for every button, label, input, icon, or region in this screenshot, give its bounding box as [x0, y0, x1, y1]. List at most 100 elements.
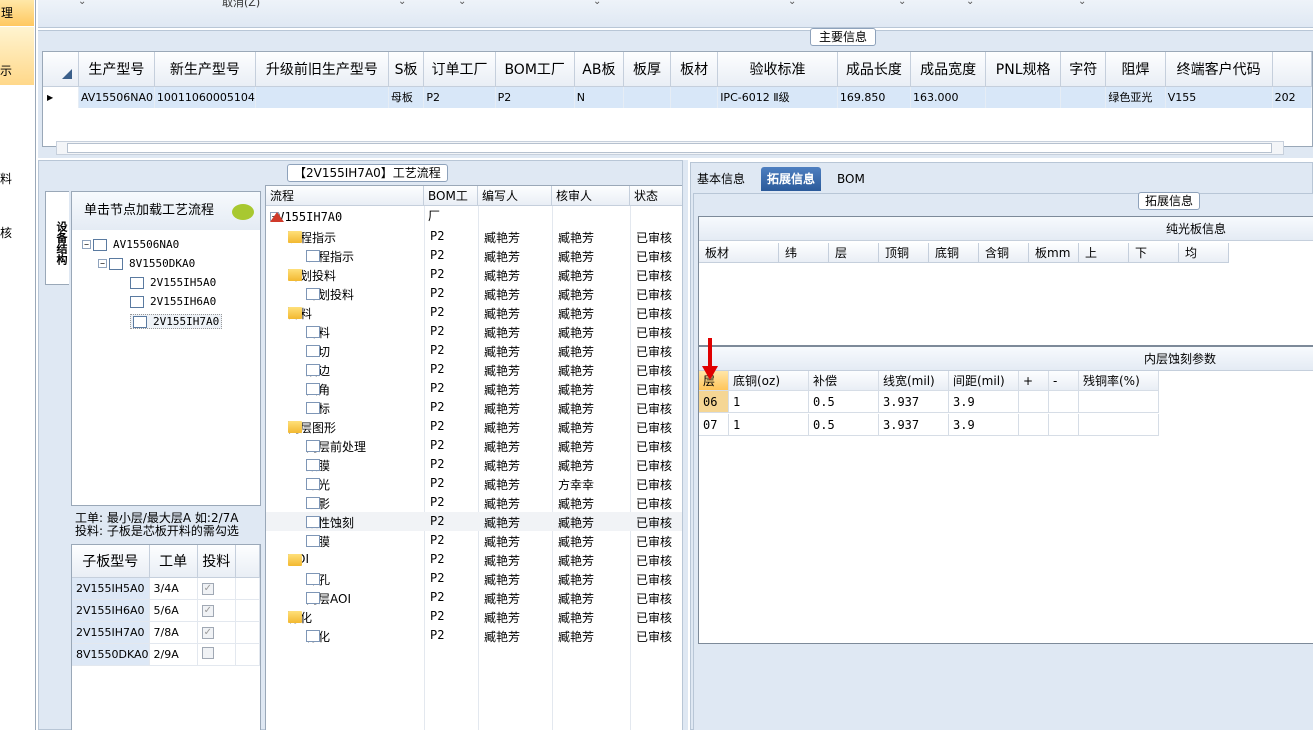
- tree-node[interactable]: − 8V1550DKA0: [98, 257, 195, 270]
- dropdown-arrow-icon[interactable]: ⌄: [398, 0, 406, 7]
- pure-board-column-header[interactable]: 板mm: [1029, 243, 1079, 263]
- flow-row[interactable]: 棕化 P2 臧艳芳 臧艳芳 已审核: [266, 626, 682, 645]
- dropdown-arrow-icon[interactable]: ⌄: [966, 0, 974, 7]
- main-grid-row[interactable]: ▶ AV15506NA0 10011060005104 母板 P2 P2 N IPC-601…: [43, 86, 1312, 108]
- main-grid-cell[interactable]: P2: [423, 86, 496, 108]
- main-grid-cell[interactable]: 163.000: [910, 86, 987, 108]
- sub-grid-column-header[interactable]: 工单: [149, 545, 198, 578]
- left-menu-item[interactable]: 料: [0, 170, 12, 187]
- flow-step[interactable]: 裁切: [306, 343, 330, 360]
- main-grid-cell[interactable]: [1060, 86, 1107, 108]
- inner-etch-cell[interactable]: 1: [729, 414, 809, 436]
- scrollbar-thumb[interactable]: [67, 143, 1272, 153]
- flow-step[interactable]: 冲孔: [306, 571, 330, 588]
- sub-grid-column-header[interactable]: 子板型号: [72, 545, 150, 578]
- main-grid-column-header[interactable]: S板: [388, 52, 425, 87]
- left-menu-item[interactable]: 核: [0, 224, 12, 241]
- main-grid-cell[interactable]: N: [574, 86, 625, 108]
- inner-etch-column-header[interactable]: 间距(mil): [949, 371, 1019, 391]
- dropdown-arrow-icon[interactable]: ⌄: [788, 0, 796, 7]
- inner-etch-column-header[interactable]: 残铜率(%): [1079, 371, 1159, 391]
- sub-board-order[interactable]: 7/8A: [149, 621, 198, 644]
- flow-row[interactable]: −开料 P2 臧艳芳 臧艳芳 已审核: [266, 303, 682, 322]
- pure-board-column-header[interactable]: 下: [1129, 243, 1179, 263]
- flow-step[interactable]: −AOI: [288, 552, 309, 566]
- tab-extended-info[interactable]: 拓展信息: [761, 167, 822, 191]
- flow-row[interactable]: 退膜 P2 臧艳芳 臧艳芳 已审核: [266, 531, 682, 550]
- tab-basic-info[interactable]: 基本信息: [691, 167, 751, 191]
- main-grid-cell[interactable]: [670, 86, 719, 108]
- main-grid-column-header[interactable]: 生产型号: [78, 52, 155, 87]
- inner-etch-cell[interactable]: [1019, 391, 1049, 413]
- sub-grid-row[interactable]: 2V155IH5A0 3/4A ✓: [72, 577, 261, 600]
- horizontal-scrollbar[interactable]: [56, 141, 1284, 155]
- flow-step[interactable]: −流程指示: [288, 229, 336, 246]
- flow-step[interactable]: −内层图形: [288, 419, 336, 436]
- inner-etch-cell[interactable]: [1079, 414, 1159, 436]
- left-menu-item-hover[interactable]: 示: [0, 27, 34, 85]
- main-grid-cell[interactable]: IPC-6012 Ⅱ级: [717, 86, 838, 108]
- main-grid-cell[interactable]: 绿色亚光: [1105, 86, 1166, 108]
- panel-splitter[interactable]: [682, 160, 688, 730]
- flow-column-header[interactable]: BOM工厂: [424, 186, 478, 223]
- inner-etch-cell[interactable]: [1049, 391, 1079, 413]
- main-grid-cell[interactable]: P2: [495, 86, 575, 108]
- flow-row[interactable]: 冲孔 P2 臧艳芳 臧艳芳 已审核: [266, 569, 682, 588]
- sub-board-order[interactable]: 2/9A: [149, 643, 198, 666]
- sub-board-order[interactable]: 3/4A: [149, 577, 198, 600]
- sub-board-feed[interactable]: [197, 643, 236, 666]
- dropdown-arrow-icon[interactable]: ⌄: [898, 0, 906, 7]
- flow-column-header[interactable]: 状态: [630, 186, 682, 206]
- tree-node[interactable]: − AV15506NA0: [82, 238, 179, 251]
- flow-row[interactable]: 裁切 P2 臧艳芳 臧艳芳 已审核: [266, 341, 682, 360]
- sub-board-feed[interactable]: ✓: [197, 599, 236, 622]
- inner-etch-cell[interactable]: 07: [699, 414, 729, 436]
- dropdown-arrow-icon[interactable]: ⌄: [458, 0, 466, 7]
- flow-step[interactable]: 显影: [306, 495, 330, 512]
- pure-board-column-header[interactable]: 均: [1179, 243, 1229, 263]
- flow-step[interactable]: 酸性蚀刻: [306, 514, 354, 531]
- main-grid-column-header[interactable]: 成品长度: [837, 52, 912, 87]
- inner-etch-cell[interactable]: 3.9: [949, 414, 1019, 436]
- flow-step[interactable]: 内层前处理: [306, 438, 366, 455]
- flow-step[interactable]: 棕化: [306, 628, 330, 645]
- flow-step[interactable]: −棕化: [288, 609, 312, 626]
- pure-board-column-header[interactable]: 板材: [699, 243, 779, 263]
- sub-board-feed[interactable]: ✓: [197, 621, 236, 644]
- inner-etch-column-header[interactable]: 底铜(oz): [729, 371, 809, 391]
- main-grid-column-header[interactable]: 新生产型号: [154, 52, 256, 87]
- flow-step[interactable]: 开料: [306, 324, 330, 341]
- inner-etch-column-header[interactable]: +: [1019, 371, 1049, 391]
- feed-checkbox[interactable]: [201, 646, 214, 659]
- main-grid-column-header[interactable]: 阻焊: [1105, 52, 1166, 87]
- main-grid-column-header[interactable]: 升级前旧生产型号: [255, 52, 389, 87]
- flow-row[interactable]: 内层AOI P2 臧艳芳 臧艳芳 已审核: [266, 588, 682, 607]
- flow-column-header[interactable]: 核审人: [552, 186, 630, 206]
- sub-grid-row[interactable]: 2V155IH6A0 5/6A ✓: [72, 599, 261, 622]
- main-grid-column-header[interactable]: 板材: [670, 52, 719, 87]
- flow-step[interactable]: 计划投料: [306, 286, 354, 303]
- main-grid-cell[interactable]: [985, 86, 1062, 108]
- flow-row[interactable]: −内层图形 P2 臧艳芳 臧艳芳 已审核: [266, 417, 682, 436]
- dropdown-arrow-icon[interactable]: ⌄: [593, 0, 601, 7]
- cancel-button[interactable]: 取消(Z): [222, 0, 260, 10]
- feed-checkbox[interactable]: ✓: [201, 605, 214, 617]
- main-grid-column-header[interactable]: [1272, 52, 1312, 87]
- pure-board-column-header[interactable]: 底铜: [929, 243, 979, 263]
- flow-row[interactable]: 显影 P2 臧艳芳 臧艳芳 已审核: [266, 493, 682, 512]
- flow-step[interactable]: 退膜: [306, 533, 330, 550]
- sub-board-order[interactable]: 5/6A: [149, 599, 198, 622]
- flow-row[interactable]: −流程指示 P2 臧艳芳 臧艳芳 已审核: [266, 227, 682, 246]
- flow-row[interactable]: −棕化 P2 臧艳芳 臧艳芳 已审核: [266, 607, 682, 626]
- tree-node[interactable]: 2V155IH7A0: [130, 314, 223, 329]
- main-grid-column-header[interactable]: 字符: [1060, 52, 1107, 87]
- flow-row[interactable]: 流程指示 P2 臧艳芳 臧艳芳 已审核: [266, 246, 682, 265]
- flow-row[interactable]: 圆角 P2 臧艳芳 臧艳芳 已审核: [266, 379, 682, 398]
- inner-etch-cell[interactable]: 0.5: [809, 391, 879, 413]
- inner-etch-cell[interactable]: 0.5: [809, 414, 879, 436]
- sub-board-model[interactable]: 2V155IH7A0: [72, 621, 150, 644]
- row-selector-header[interactable]: [43, 52, 79, 87]
- flow-step[interactable]: −开料: [288, 305, 312, 322]
- main-grid-cell[interactable]: [255, 86, 389, 108]
- expand-toggle-icon[interactable]: −: [98, 259, 107, 268]
